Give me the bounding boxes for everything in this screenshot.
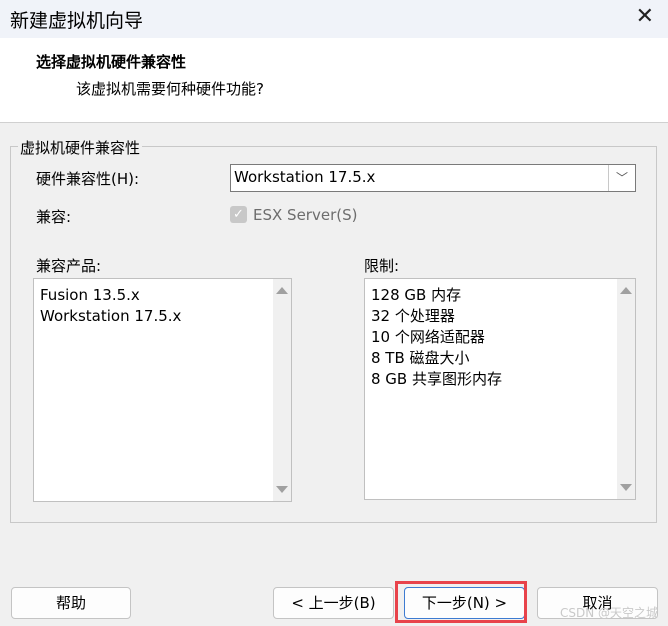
hardware-compat-label: 硬件兼容性(H):	[36, 170, 140, 188]
products-label: 兼容产品:	[36, 257, 102, 275]
scroll-up-icon[interactable]	[620, 287, 632, 294]
limits-list[interactable]: 128 GB 内存 32 个处理器 10 个网络适配器 8 TB 磁盘大小 8 …	[364, 278, 636, 500]
wizard-header: 选择虚拟机硬件兼容性 该虚拟机需要何种硬件功能?	[0, 38, 668, 123]
scroll-up-icon[interactable]	[276, 287, 288, 294]
window-title: 新建虚拟机向导	[10, 10, 144, 32]
scroll-down-icon[interactable]	[276, 486, 288, 493]
scroll-down-icon[interactable]	[620, 484, 632, 491]
page-subtitle: 该虚拟机需要何种硬件功能?	[76, 80, 264, 98]
list-item: 8 TB 磁盘大小	[371, 349, 470, 367]
hardware-compat-value: Workstation 17.5.x	[234, 168, 376, 186]
products-list[interactable]: Fusion 13.5.x Workstation 17.5.x	[33, 278, 292, 502]
highlight-box	[395, 581, 527, 623]
compatible-label: 兼容:	[36, 208, 72, 226]
scrollbar[interactable]	[617, 279, 635, 499]
list-item: 32 个处理器	[371, 307, 455, 325]
list-item: Fusion 13.5.x	[40, 286, 140, 304]
esx-server-checkbox[interactable]: ✓	[230, 206, 247, 223]
list-item: Workstation 17.5.x	[40, 307, 182, 325]
limits-label: 限制:	[364, 257, 400, 275]
list-item: 8 GB 共享图形内存	[371, 370, 502, 388]
title-bar: 新建虚拟机向导 ✕	[0, 0, 668, 38]
chevron-down-icon[interactable]: ﹀	[608, 165, 635, 191]
scrollbar[interactable]	[273, 279, 291, 501]
hardware-compat-select[interactable]: Workstation 17.5.x ﹀	[230, 164, 636, 192]
list-item: 10 个网络适配器	[371, 328, 485, 346]
esx-server-label[interactable]: ESX Server(S)	[253, 206, 357, 224]
close-icon[interactable]: ✕	[636, 5, 654, 29]
back-button[interactable]: < 上一步(B)	[273, 587, 394, 619]
page-title: 选择虚拟机硬件兼容性	[36, 53, 187, 71]
watermark: CSDN @天空之城	[560, 606, 659, 620]
help-button[interactable]: 帮助	[11, 587, 131, 619]
group-legend: 虚拟机硬件兼容性	[18, 137, 143, 158]
list-item: 128 GB 内存	[371, 286, 462, 304]
